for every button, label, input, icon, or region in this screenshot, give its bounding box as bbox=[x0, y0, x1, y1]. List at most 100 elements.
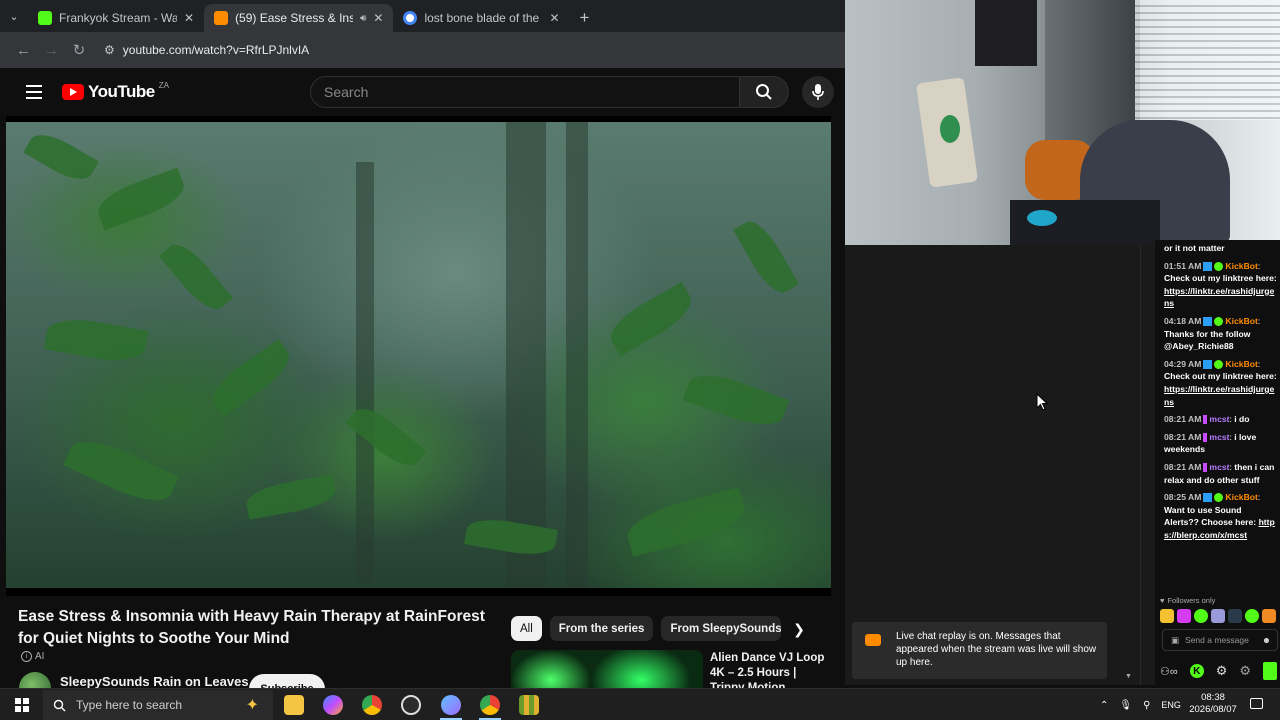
emote-icon[interactable] bbox=[1211, 609, 1225, 623]
chat-username[interactable]: mcst bbox=[1209, 432, 1229, 442]
chat-time: 08:25 AM bbox=[1164, 492, 1202, 503]
chat-username[interactable]: KickBot bbox=[1225, 316, 1257, 326]
chrome-icon[interactable] bbox=[362, 695, 382, 715]
chat-username[interactable]: mcst bbox=[1209, 462, 1229, 472]
chat-message-list: or it not matter 01:51 AM KickBot: Check … bbox=[1164, 242, 1278, 546]
emote-icon[interactable] bbox=[1228, 609, 1242, 623]
emote-icon[interactable] bbox=[1177, 609, 1191, 623]
taskbar-search-input[interactable]: Type here to search ✦ bbox=[43, 690, 273, 720]
chat-text: Want to use Sound Alerts?? Choose here: bbox=[1164, 504, 1257, 528]
taskbar-clock[interactable]: 08:38 2026/08/07 bbox=[1188, 692, 1238, 716]
chat-text: i do bbox=[1234, 414, 1250, 425]
forward-arrow-icon[interactable]: → bbox=[44, 42, 59, 59]
chat-username[interactable]: KickBot bbox=[1225, 261, 1257, 271]
stream-overlay-panel bbox=[845, 245, 1140, 685]
scroll-down-icon[interactable]: ▼ bbox=[1125, 673, 1132, 680]
youtube-favicon-icon bbox=[214, 11, 229, 25]
video-player[interactable] bbox=[6, 122, 831, 588]
chat-message-input[interactable]: ▣ Send a message ☻ bbox=[1162, 629, 1278, 651]
kick-logo-icon[interactable]: K bbox=[1189, 664, 1204, 678]
tab-google-search[interactable]: lost bone blade of the bheader ✕ bbox=[393, 4, 569, 32]
chat-link[interactable]: https://linktr.ee/rashidjurgens bbox=[1164, 384, 1274, 407]
recommendation-title[interactable]: Alien Dance VJ Loop 4K – 2.5 Hours | Tri… bbox=[710, 651, 830, 691]
taskbar-search-placeholder: Type here to search bbox=[76, 698, 183, 712]
emote-icon[interactable] bbox=[1262, 609, 1276, 623]
emote-icon[interactable] bbox=[1245, 609, 1259, 623]
windows-taskbar: Type here to search ✦ ⌃ 🎙︎ ⚲ ENG 08:38 2… bbox=[0, 688, 1280, 720]
emote-icon[interactable] bbox=[1160, 609, 1174, 623]
voice-search-button[interactable] bbox=[802, 76, 834, 108]
chrome-profile-icon[interactable] bbox=[480, 695, 500, 715]
tab-search-button[interactable]: ⌄ bbox=[0, 0, 28, 32]
site-info-icon[interactable]: ⚙︎ bbox=[104, 43, 115, 57]
chat-text: Check out my linktree here: bbox=[1164, 273, 1277, 284]
chat-username[interactable]: KickBot bbox=[1225, 492, 1257, 502]
recommendation-thumbnail[interactable] bbox=[511, 650, 703, 690]
gear-icon[interactable]: ⚙ bbox=[1216, 663, 1228, 679]
video-title: Ease Stress & Insomnia with Heavy Rain T… bbox=[18, 608, 485, 647]
obs-icon[interactable] bbox=[401, 695, 421, 715]
mouse-cursor-icon bbox=[1036, 393, 1048, 411]
country-code: ZA bbox=[158, 80, 169, 90]
close-tab-icon[interactable]: ✕ bbox=[184, 11, 194, 25]
subscriber-badge-icon bbox=[1203, 463, 1208, 473]
snipping-tool-icon[interactable] bbox=[441, 695, 461, 715]
kick-badge-icon bbox=[1214, 359, 1224, 369]
ai-badge[interactable]: i AI bbox=[21, 651, 44, 662]
webcam-overlay bbox=[845, 0, 1280, 245]
chat-username[interactable]: mcst bbox=[1209, 414, 1229, 424]
tab-title: (59) Ease Stress & Insomnia bbox=[235, 11, 354, 25]
copilot-icon[interactable] bbox=[323, 695, 343, 715]
users-icon[interactable]: ⚇∞ bbox=[1160, 665, 1178, 678]
search-input[interactable]: Search bbox=[310, 76, 740, 108]
chevron-up-icon[interactable]: ⌃ bbox=[1100, 700, 1108, 711]
emote-icon[interactable] bbox=[1194, 609, 1208, 623]
chat-link[interactable]: https://linktr.ee/rashidjurgens bbox=[1164, 286, 1274, 309]
speaker-icon[interactable]: 🔊︎ bbox=[360, 13, 366, 24]
video-letterbox-bottom bbox=[6, 588, 831, 596]
clock-time: 08:38 bbox=[1201, 692, 1225, 703]
chat-settings-icon[interactable]: ⚙ bbox=[1239, 663, 1251, 679]
tab-kick-stream[interactable]: Frankyok Stream - Watch Live o ✕ bbox=[28, 4, 204, 32]
chip-all[interactable]: All bbox=[511, 616, 542, 641]
info-icon: i bbox=[21, 651, 32, 662]
chip-from-channel[interactable]: From SleepySounds R bbox=[661, 616, 782, 641]
search-button[interactable] bbox=[739, 76, 789, 108]
youtube-logo[interactable]: YouTube ZA bbox=[62, 80, 169, 102]
chip-from-series[interactable]: From the series bbox=[549, 616, 654, 641]
microphone-icon[interactable]: 🎙︎ bbox=[1119, 700, 1132, 711]
file-explorer-icon[interactable] bbox=[284, 695, 304, 715]
chat-send-button[interactable] bbox=[1263, 662, 1278, 680]
youtube-logo-text: YouTube bbox=[88, 82, 155, 101]
notification-icon[interactable] bbox=[1250, 698, 1263, 709]
chat-scrollbar[interactable] bbox=[1140, 245, 1155, 685]
chat-username[interactable]: KickBot bbox=[1225, 359, 1257, 369]
channel-name[interactable]: SleepySounds Rain on Leaves bbox=[60, 674, 249, 689]
subscriber-badge-icon bbox=[1203, 415, 1208, 425]
search-placeholder: Search bbox=[324, 84, 369, 100]
network-icon[interactable]: ⚲ bbox=[1143, 700, 1150, 711]
emoji-icon[interactable]: ☻ bbox=[1262, 635, 1271, 645]
close-tab-icon[interactable]: ✕ bbox=[549, 11, 559, 25]
menu-icon[interactable] bbox=[26, 85, 42, 99]
back-arrow-icon[interactable]: ← bbox=[16, 42, 31, 59]
chat-message: 04:29 AM KickBot: Check out my linktree h… bbox=[1164, 358, 1277, 407]
minecraft-icon[interactable] bbox=[519, 695, 539, 715]
chat-message: 04:18 AM KickBot: Thanks for the follow @… bbox=[1164, 315, 1261, 352]
windows-start-icon[interactable] bbox=[15, 698, 29, 712]
address-bar: ← → ↻ ⚙︎ youtube.com/watch?v=RfrLPJnlvIA bbox=[0, 32, 845, 68]
url-field[interactable]: ⚙︎ youtube.com/watch?v=RfrLPJnlvIA bbox=[100, 36, 309, 64]
close-tab-icon[interactable]: ✕ bbox=[373, 11, 383, 25]
chat-text: Check out my linktree here: bbox=[1164, 371, 1277, 382]
chat-message: 01:51 AM KickBot: Check out my linktree h… bbox=[1164, 260, 1277, 309]
moderator-badge-icon bbox=[1203, 359, 1213, 369]
language-indicator[interactable]: ENG bbox=[1161, 700, 1181, 710]
moderator-badge-icon bbox=[1203, 493, 1213, 503]
heart-icon: ♥ bbox=[1160, 596, 1165, 605]
tab-title: lost bone blade of the bheader bbox=[424, 11, 542, 25]
tab-youtube-video[interactable]: (59) Ease Stress & Insomnia 🔊︎ ✕ bbox=[204, 4, 394, 32]
new-tab-button[interactable]: + bbox=[570, 4, 600, 32]
reload-icon[interactable]: ↻ bbox=[72, 41, 86, 59]
chevron-right-icon[interactable]: ❯ bbox=[788, 618, 810, 640]
chat-time: 04:29 AM bbox=[1164, 358, 1202, 369]
